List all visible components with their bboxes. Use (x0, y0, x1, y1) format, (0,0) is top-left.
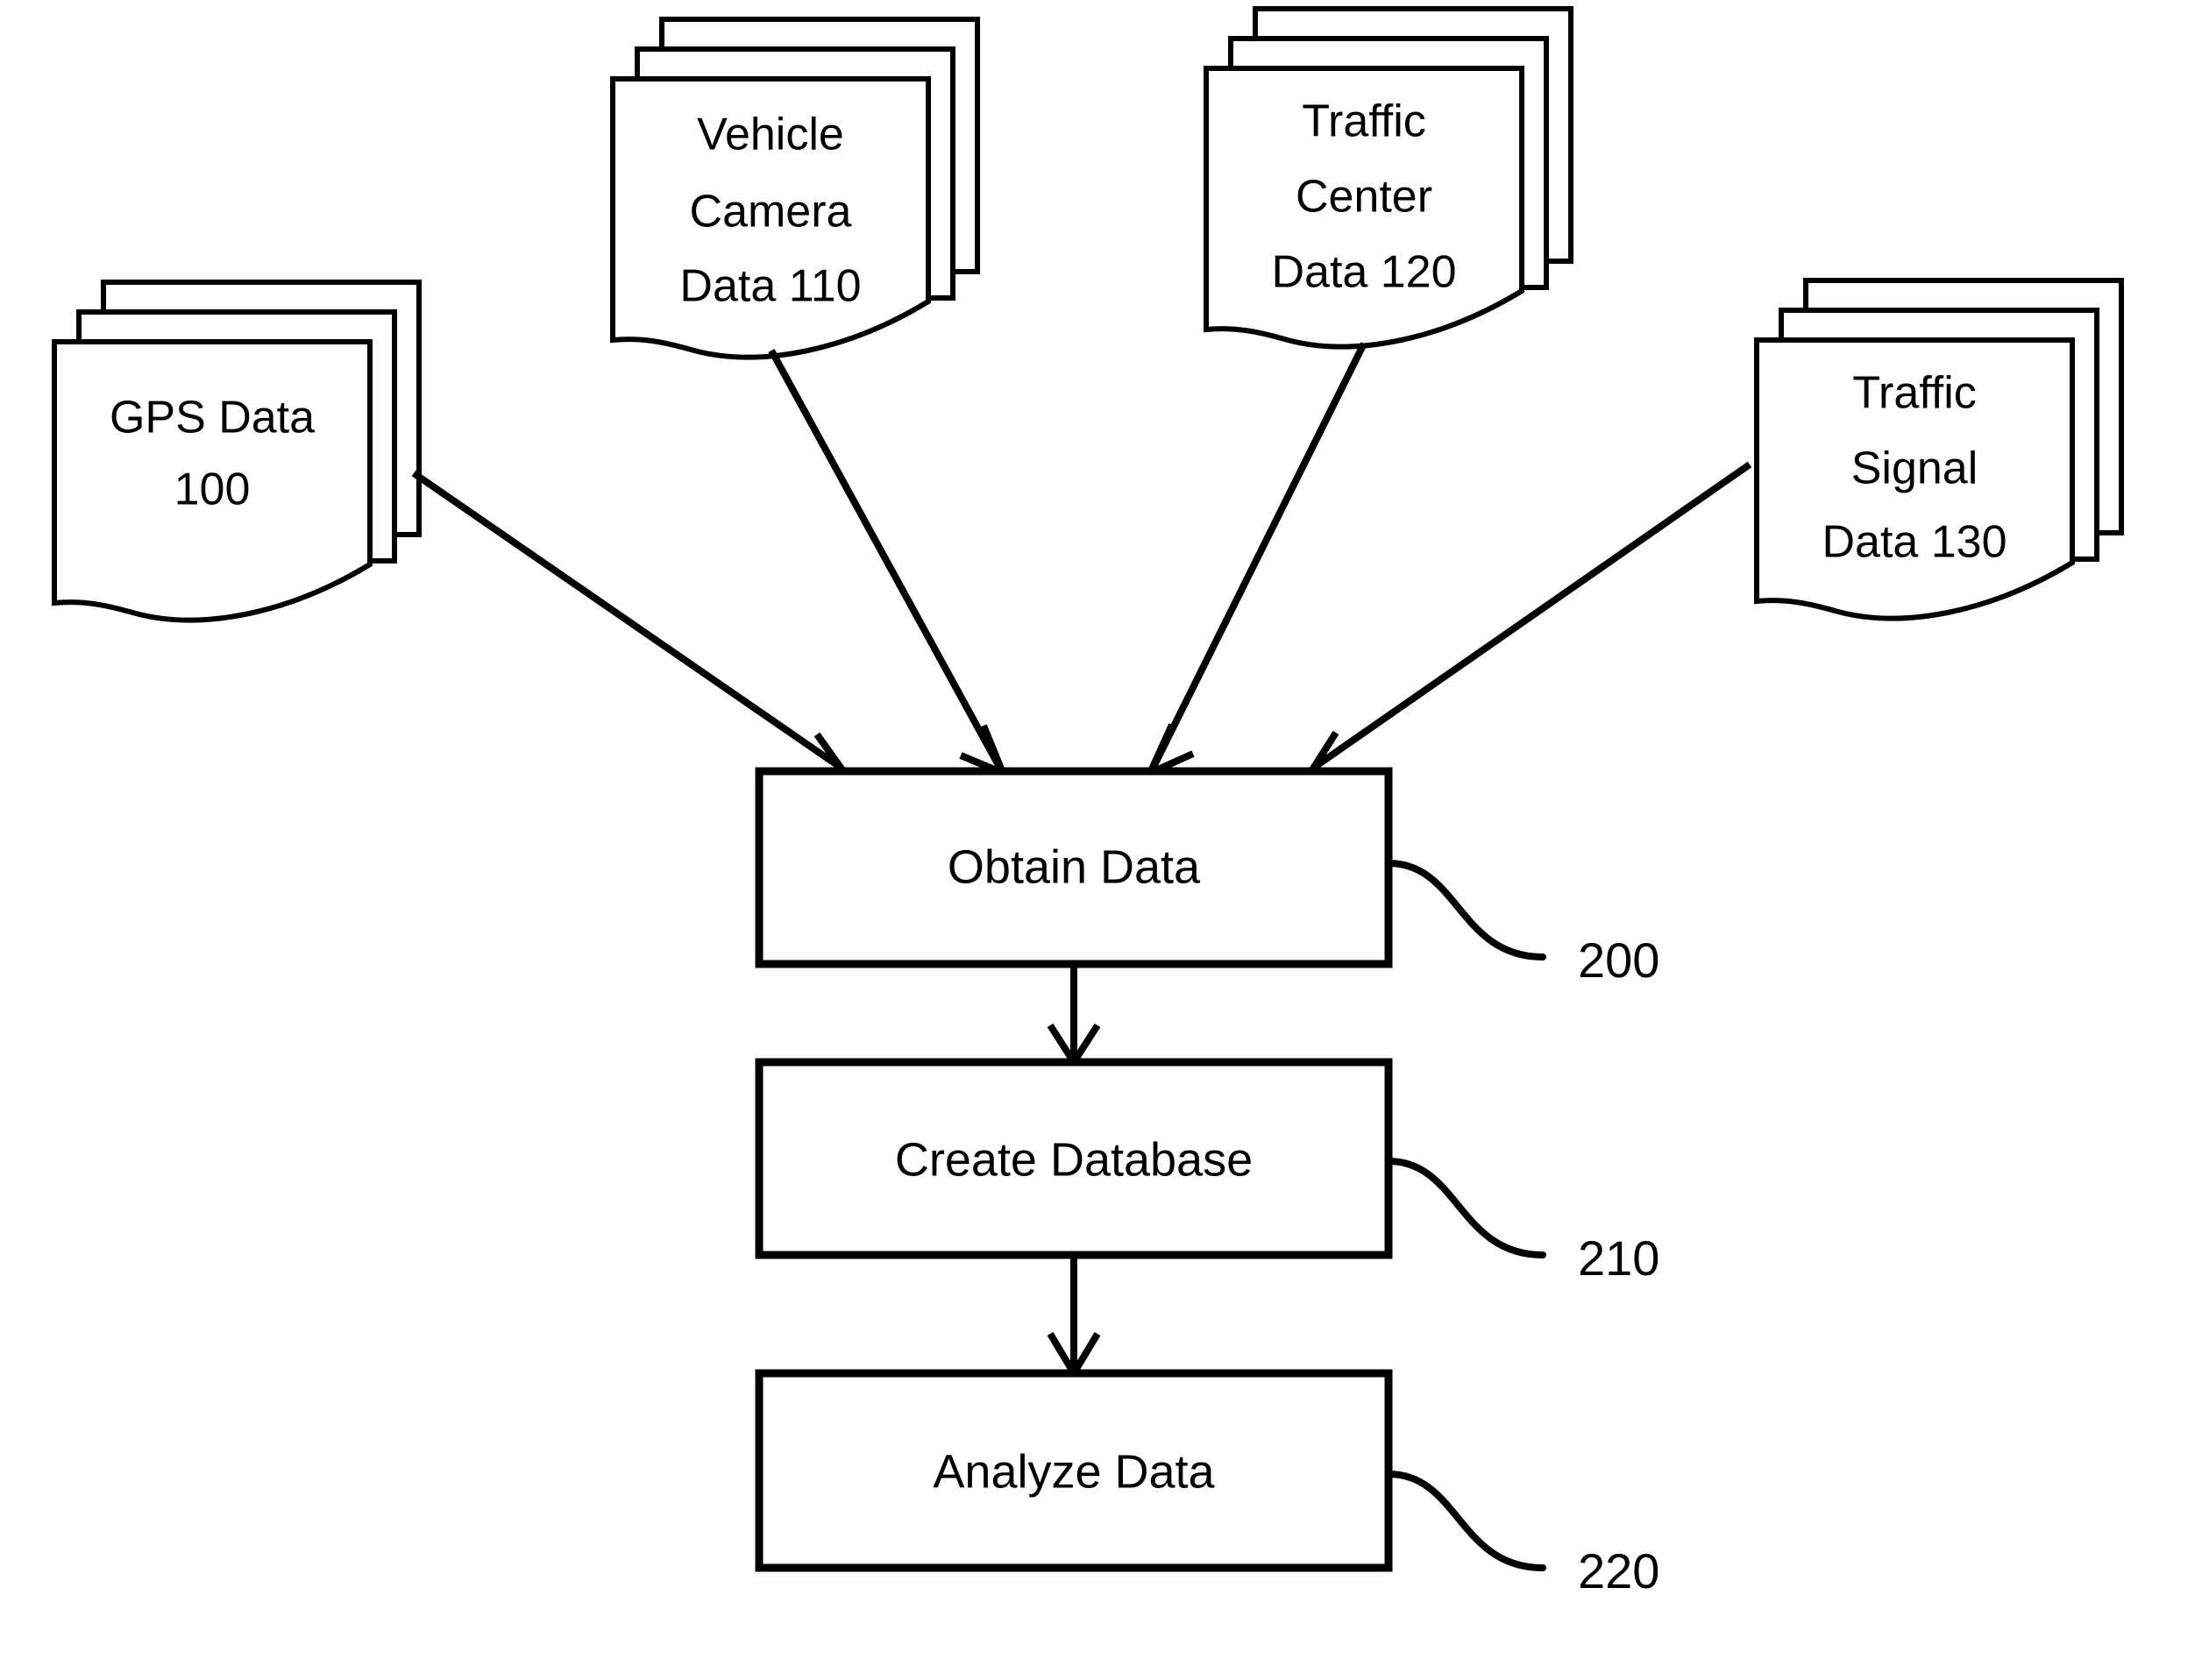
document-traffic-signal-data[interactable]: Traffic Signal Data 130 (1754, 278, 2124, 621)
leader-line-200: 200 (1385, 860, 1659, 988)
document-gps-data[interactable]: GPS Data 100 (52, 280, 422, 623)
arrow-gps-to-obtain (411, 470, 850, 782)
document-vehicle-line3: Data 110 (679, 261, 861, 312)
reference-numeral-200: 200 (1578, 932, 1659, 988)
document-traffic-signal-line2: Signal (1851, 443, 1978, 494)
process-box-create-database[interactable]: Create Database (755, 1058, 1393, 1259)
flowchart-svg: GPS Data 100 Vehicle Camera Data 110 Tra… (52, 6, 2124, 1598)
document-vehicle-line2: Camera (690, 187, 852, 237)
document-traffic-signal-line3: Data 130 (1822, 517, 2007, 568)
process-box-label: Create Database (895, 1133, 1253, 1186)
reference-numeral-220: 220 (1578, 1543, 1659, 1598)
document-vehicle-camera-data[interactable]: Vehicle Camera Data 110 (610, 17, 980, 360)
arrow-vehicle-to-obtain (768, 349, 1010, 780)
process-box-obtain-data[interactable]: Obtain Data (755, 767, 1393, 968)
process-box-label: Analyze Data (933, 1445, 1215, 1498)
reference-numeral-210: 210 (1578, 1230, 1659, 1286)
document-traffic-center-line3: Data 120 (1271, 247, 1456, 298)
document-traffic-center-line2: Center (1296, 172, 1432, 223)
figure-canvas: GPS Data 100 Vehicle Camera Data 110 Tra… (0, 0, 2202, 1680)
arrow-obtain-to-create (1047, 964, 1101, 1069)
arrow-traffic-center-to-obtain (1142, 342, 1367, 780)
leader-line-220: 220 (1385, 1471, 1659, 1598)
arrow-traffic-signal-to-obtain (1305, 461, 1752, 783)
process-box-analyze-data[interactable]: Analyze Data (755, 1369, 1393, 1572)
document-traffic-signal-line1: Traffic (1852, 368, 1977, 419)
arrow-create-to-analyze (1047, 1255, 1101, 1380)
document-traffic-center-line1: Traffic (1302, 96, 1426, 147)
leader-line-210: 210 (1385, 1158, 1659, 1286)
process-box-label: Obtain Data (948, 840, 1201, 893)
document-gps-line2: 100 (174, 464, 251, 515)
document-vehicle-line1: Vehicle (697, 110, 844, 160)
document-traffic-center-data[interactable]: Traffic Center Data 120 (1204, 6, 1573, 350)
document-gps-line1: GPS Data (110, 393, 315, 443)
